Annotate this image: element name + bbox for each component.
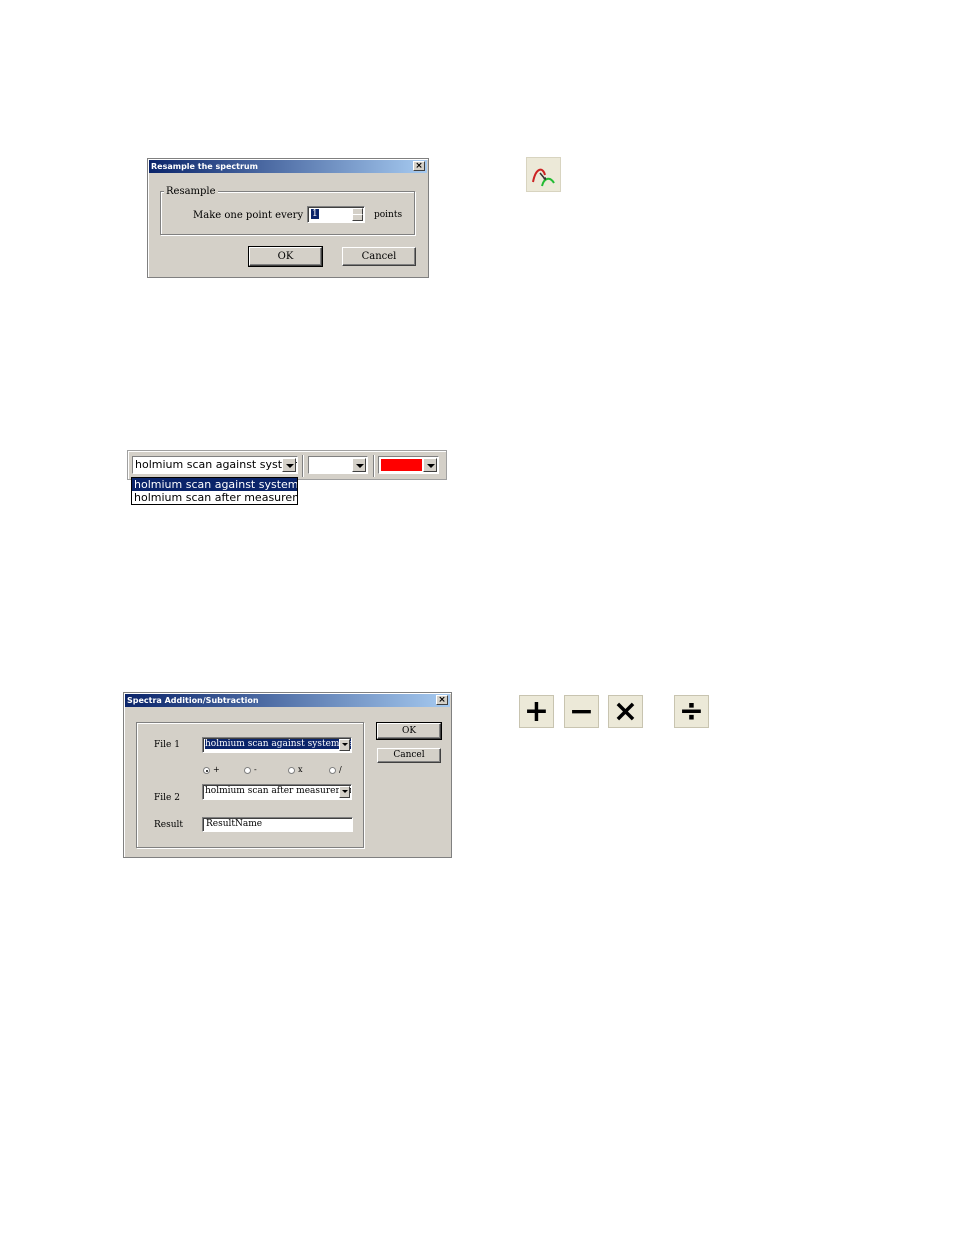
- minus-icon[interactable]: −: [564, 695, 599, 728]
- points-spinner-value: 1: [311, 209, 319, 219]
- close-icon[interactable]: ×: [436, 695, 448, 705]
- file1-select[interactable]: holmium scan against system basel: [202, 737, 352, 753]
- file-select-value: holmium scan against system: [135, 458, 298, 471]
- chevron-down-icon[interactable]: [339, 739, 350, 751]
- spectra-math-title: Spectra Addition/Subtraction: [127, 696, 259, 705]
- points-spinner[interactable]: 1: [307, 206, 365, 223]
- file1-label: File 1: [154, 740, 180, 750]
- resample-curve-icon: [532, 168, 555, 187]
- resample-dialog-title: Resample the spectrum: [151, 162, 258, 171]
- operator-divide-label: /: [339, 765, 342, 774]
- spectra-math-dialog: Spectra Addition/Subtraction × File 1 ho…: [123, 692, 452, 858]
- plus-icon[interactable]: +: [519, 695, 554, 728]
- divide-icon[interactable]: ÷: [674, 695, 709, 728]
- operator-divide-radio[interactable]: [329, 767, 336, 774]
- file2-select-value: holmium scan after measurement b: [205, 786, 352, 796]
- file1-select-value: holmium scan against system basel: [205, 739, 351, 749]
- close-icon[interactable]: ×: [413, 161, 425, 171]
- multiply-icon[interactable]: ×: [608, 695, 643, 728]
- resample-dialog: Resample the spectrum × Resample Make on…: [147, 158, 429, 278]
- result-label: Result: [154, 820, 184, 830]
- resample-prompt-label: Make one point every: [193, 210, 304, 221]
- file2-select[interactable]: holmium scan after measurement b: [202, 784, 352, 800]
- operator-multiply-radio[interactable]: [288, 767, 295, 774]
- spectra-math-cancel-button[interactable]: Cancel: [377, 748, 441, 763]
- resample-cancel-button[interactable]: Cancel: [342, 247, 416, 266]
- operator-minus-label: -: [254, 765, 257, 774]
- chevron-down-icon[interactable]: [339, 786, 350, 798]
- resample-button[interactable]: [526, 157, 561, 192]
- spectra-math-titlebar[interactable]: Spectra Addition/Subtraction ×: [125, 694, 450, 707]
- chevron-down-icon[interactable]: [352, 458, 366, 472]
- style-select[interactable]: [308, 456, 368, 474]
- resample-group-label: Resample: [164, 186, 218, 197]
- file2-label: File 2: [154, 793, 180, 803]
- points-units-label: points: [374, 210, 403, 220]
- dropdown-option-selected[interactable]: holmium scan against system bas: [132, 478, 297, 491]
- color-select[interactable]: [378, 456, 439, 474]
- operator-plus-label: +: [213, 765, 220, 774]
- dropdown-option[interactable]: holmium scan after measurement: [132, 491, 297, 504]
- operator-minus-radio[interactable]: [244, 767, 251, 774]
- operator-multiply-label: x: [298, 765, 303, 774]
- toolbar-separator: [373, 455, 375, 477]
- chevron-down-icon[interactable]: [282, 458, 296, 472]
- resample-dialog-titlebar[interactable]: Resample the spectrum ×: [149, 160, 427, 173]
- file-select[interactable]: holmium scan against system: [132, 456, 298, 474]
- color-swatch: [381, 459, 422, 471]
- toolbar-separator: [302, 455, 304, 477]
- spectra-math-ok-button[interactable]: OK: [376, 722, 442, 740]
- chevron-down-icon[interactable]: [423, 458, 437, 472]
- result-name-value: ResultName: [206, 819, 263, 829]
- operator-plus-radio[interactable]: [203, 767, 210, 774]
- spectrum-toolbar: holmium scan against system: [127, 450, 447, 480]
- resample-ok-button[interactable]: OK: [248, 246, 323, 267]
- spin-down-icon[interactable]: [352, 214, 363, 221]
- file-dropdown-list: holmium scan against system bas holmium …: [131, 477, 298, 505]
- result-name-input[interactable]: ResultName: [202, 817, 353, 832]
